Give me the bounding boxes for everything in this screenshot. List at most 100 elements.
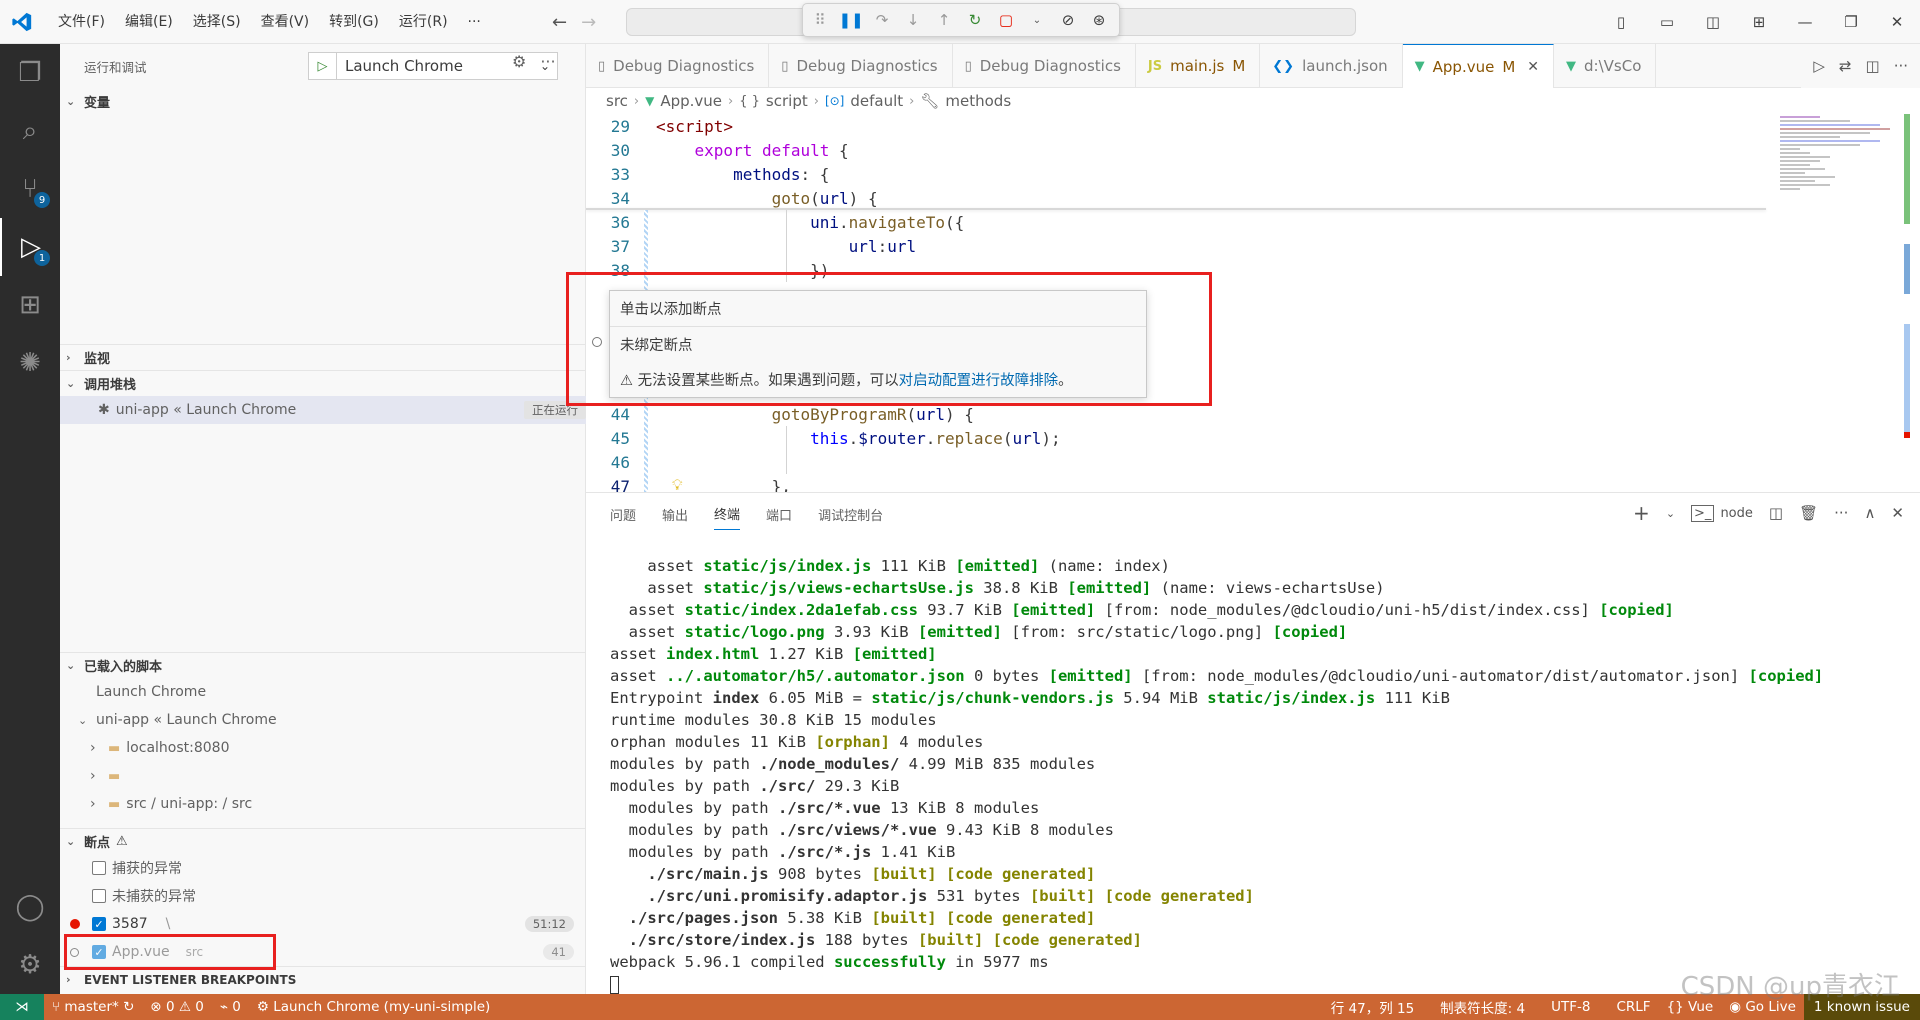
- problems-status[interactable]: ⊗ 0 ⚠ 0: [142, 999, 211, 1015]
- callstack-item[interactable]: ✱ uni-app « Launch Chrome 正在运行: [60, 396, 586, 424]
- step-over-icon[interactable]: ↷: [871, 11, 893, 29]
- tab-debug-diagnostics-3[interactable]: ▯ Debug Diagnostics: [953, 44, 1136, 88]
- code-line: 33 methods: {: [610, 164, 830, 184]
- inspect-icon[interactable]: ⊘: [1057, 11, 1079, 29]
- close-icon[interactable]: ✕: [1527, 59, 1539, 75]
- maximize-panel-icon[interactable]: ∧: [1864, 504, 1875, 522]
- section-variables[interactable]: ⌄ 变量: [60, 88, 586, 114]
- tab-output[interactable]: 输出: [662, 505, 688, 524]
- list-item[interactable]: › ▬: [60, 762, 586, 790]
- breadcrumb-file[interactable]: App.vue: [660, 92, 722, 110]
- indentation[interactable]: 制表符长度: 4: [1432, 997, 1533, 1017]
- chevron-down-icon[interactable]: ⌄: [1666, 507, 1675, 520]
- remote-explorer-icon[interactable]: ✺: [0, 334, 60, 392]
- lightbulb-icon[interactable]: 💡︎: [672, 476, 683, 492]
- section-watch[interactable]: › 监视: [60, 344, 586, 370]
- checkbox[interactable]: [92, 889, 106, 903]
- tab-debug-diagnostics-1[interactable]: ▯ Debug Diagnostics: [586, 44, 770, 88]
- layout-secondary-icon[interactable]: ◫: [1690, 13, 1736, 31]
- terminal-name[interactable]: node: [1720, 506, 1752, 521]
- encoding[interactable]: UTF-8: [1543, 999, 1598, 1015]
- list-item[interactable]: Launch Chrome: [60, 678, 586, 706]
- section-loaded-scripts[interactable]: ⌄ 已载入的脚本: [60, 652, 586, 678]
- tab-debug-diagnostics-2[interactable]: ▯ Debug Diagnostics: [769, 44, 953, 88]
- bp-caught-exceptions[interactable]: 捕获的异常: [60, 854, 586, 882]
- checkbox[interactable]: ✓: [92, 917, 106, 931]
- more-icon[interactable]: ···: [1894, 57, 1908, 75]
- search-icon[interactable]: ⌕: [0, 102, 60, 160]
- eol[interactable]: CRLF: [1608, 999, 1658, 1015]
- menu-selection[interactable]: 选择(S): [183, 0, 251, 44]
- breadcrumb-default[interactable]: default: [850, 92, 903, 110]
- source-control-icon[interactable]: ⑂ 9: [0, 160, 60, 218]
- new-terminal-icon[interactable]: +: [1633, 501, 1650, 525]
- breadcrumb-script[interactable]: script: [766, 92, 808, 110]
- drag-handle-icon[interactable]: ⠿: [809, 11, 831, 29]
- bp-uncaught-exceptions[interactable]: 未捕获的异常: [60, 882, 586, 910]
- tab-app-vue[interactable]: ▼ App.vue M ✕: [1402, 44, 1555, 88]
- wrench-icon: 🔧︎: [920, 92, 940, 110]
- section-breakpoints[interactable]: ⌄ 断点 ⚠: [60, 828, 586, 854]
- file-icon: ▯: [781, 58, 789, 74]
- more-icon[interactable]: ···: [540, 52, 555, 71]
- account-icon[interactable]: ◯: [0, 878, 60, 936]
- ports-status[interactable]: ⌁ 0: [212, 999, 249, 1015]
- section-callstack[interactable]: ⌄ 调用堆栈: [60, 370, 586, 396]
- explorer-icon[interactable]: ❐: [0, 44, 60, 102]
- breadcrumb-methods[interactable]: methods: [945, 92, 1011, 110]
- layout-sidebar-icon[interactable]: ▯: [1598, 13, 1644, 31]
- forward-arrow-icon[interactable]: →: [581, 12, 596, 33]
- minimize-icon[interactable]: —: [1782, 13, 1828, 31]
- split-terminal-icon[interactable]: ◫: [1769, 504, 1783, 522]
- editor-scrollbar[interactable]: [1904, 114, 1910, 444]
- run-icon[interactable]: ▷: [1813, 57, 1825, 75]
- terminal-output[interactable]: asset static/js/index.js 111 KiB [emitte…: [610, 555, 1823, 995]
- restart-icon[interactable]: ↻: [964, 11, 986, 29]
- toggle-icon[interactable]: ⊛: [1088, 11, 1110, 29]
- compare-icon[interactable]: ⇄: [1839, 57, 1852, 75]
- tab-ports[interactable]: 端口: [766, 505, 792, 524]
- step-out-icon[interactable]: ↑: [933, 11, 955, 29]
- tab-terminal[interactable]: 终端: [714, 504, 741, 530]
- gear-icon[interactable]: ⚙: [512, 52, 526, 71]
- cursor-position[interactable]: 行 47，列 15: [1323, 997, 1422, 1017]
- close-icon[interactable]: ✕: [1874, 13, 1920, 31]
- breadcrumb-src[interactable]: src: [606, 92, 628, 110]
- tab-main-js[interactable]: JS main.js M: [1136, 44, 1261, 88]
- list-item[interactable]: › ▬ src / uni-app: / src: [60, 790, 586, 818]
- layout-customize-icon[interactable]: ⊞: [1736, 13, 1782, 31]
- close-panel-icon[interactable]: ✕: [1891, 504, 1904, 522]
- activity-bar: ❐ ⌕ ⑂ 9 ▷ 1 ⊞ ✺ ◯ ⚙: [0, 44, 60, 994]
- minimap[interactable]: [1780, 114, 1900, 314]
- more-icon[interactable]: ···: [1834, 504, 1848, 522]
- tab-vscode-path[interactable]: ▼ d:\VsCo: [1554, 44, 1657, 88]
- remote-icon[interactable]: ⋊: [0, 994, 44, 1020]
- branch-status[interactable]: ⑂ master* ↻: [44, 999, 142, 1015]
- list-item[interactable]: › ▬ localhost:8080: [60, 734, 586, 762]
- menu-more[interactable]: ···: [458, 0, 491, 44]
- split-editor-icon[interactable]: ◫: [1866, 57, 1880, 75]
- menu-edit[interactable]: 编辑(E): [115, 0, 183, 44]
- restore-icon[interactable]: ❐: [1828, 13, 1874, 31]
- start-debug-icon[interactable]: ▷: [309, 53, 337, 79]
- menu-file[interactable]: 文件(F): [48, 0, 115, 44]
- extensions-icon[interactable]: ⊞: [0, 276, 60, 334]
- trash-icon[interactable]: 🗑︎: [1799, 504, 1818, 522]
- gear-icon[interactable]: ⚙: [0, 936, 60, 994]
- checkbox[interactable]: [92, 861, 106, 875]
- stop-icon[interactable]: ▢: [995, 11, 1017, 29]
- debug-status[interactable]: ⚙ Launch Chrome (my-uni-simple): [249, 999, 498, 1015]
- back-arrow-icon[interactable]: ←: [552, 12, 567, 33]
- layout-panel-icon[interactable]: ▭: [1644, 13, 1690, 31]
- tab-problems[interactable]: 问题: [610, 505, 636, 524]
- list-item[interactable]: ⌄ uni-app « Launch Chrome: [60, 706, 586, 734]
- menu-view[interactable]: 查看(V): [251, 0, 320, 44]
- tab-launch-json[interactable]: ❮❯ launch.json: [1260, 44, 1403, 88]
- pause-icon[interactable]: ❚❚: [838, 11, 863, 29]
- menu-run[interactable]: 运行(R): [389, 0, 458, 44]
- chevron-down-icon[interactable]: ⌄: [1026, 15, 1048, 26]
- run-debug-icon[interactable]: ▷ 1: [0, 218, 60, 276]
- tab-debug-console[interactable]: 调试控制台: [818, 505, 883, 524]
- menu-go[interactable]: 转到(G): [319, 0, 389, 44]
- step-into-icon[interactable]: ↓: [902, 11, 924, 29]
